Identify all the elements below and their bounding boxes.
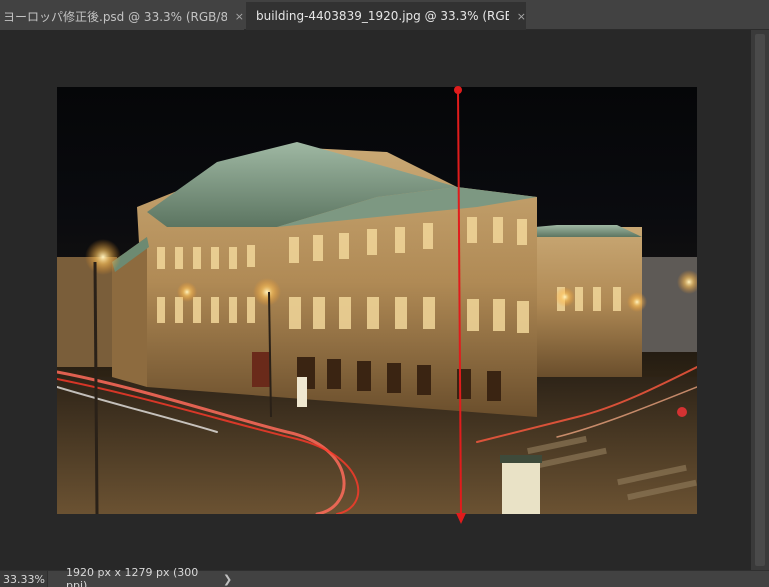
scrollbar-thumb[interactable] [755, 34, 765, 566]
status-bar: 33.33% 1920 px x 1279 px (300 ppi) ❯ [0, 566, 769, 587]
close-icon[interactable]: × [517, 10, 526, 23]
document-tab-bar: ヨーロッパ修正後.psd @ 33.3% (RGB/8#) * × buildi… [0, 0, 769, 30]
vertical-scrollbar[interactable] [751, 30, 769, 570]
document-info: 1920 px x 1279 px (300 ppi) [66, 566, 199, 587]
tab-europe-psd[interactable]: ヨーロッパ修正後.psd @ 33.3% (RGB/8#) * × [0, 2, 244, 30]
zoom-level-field[interactable]: 33.33% [0, 570, 48, 587]
tab-building-jpg[interactable]: building-4403839_1920.jpg @ 33.3% (RGB/8… [246, 2, 526, 30]
opera-house-illustration [57, 142, 697, 514]
chevron-right-icon[interactable]: ❯ [220, 573, 232, 586]
zoom-level: 33.33% [3, 572, 45, 586]
tab-label: building-4403839_1920.jpg @ 33.3% (RGB/8… [256, 9, 509, 23]
close-icon[interactable]: × [235, 10, 244, 23]
canvas-image-opera-house[interactable] [57, 87, 697, 514]
tab-label: ヨーロッパ修正後.psd @ 33.3% (RGB/8#) * [3, 9, 227, 24]
